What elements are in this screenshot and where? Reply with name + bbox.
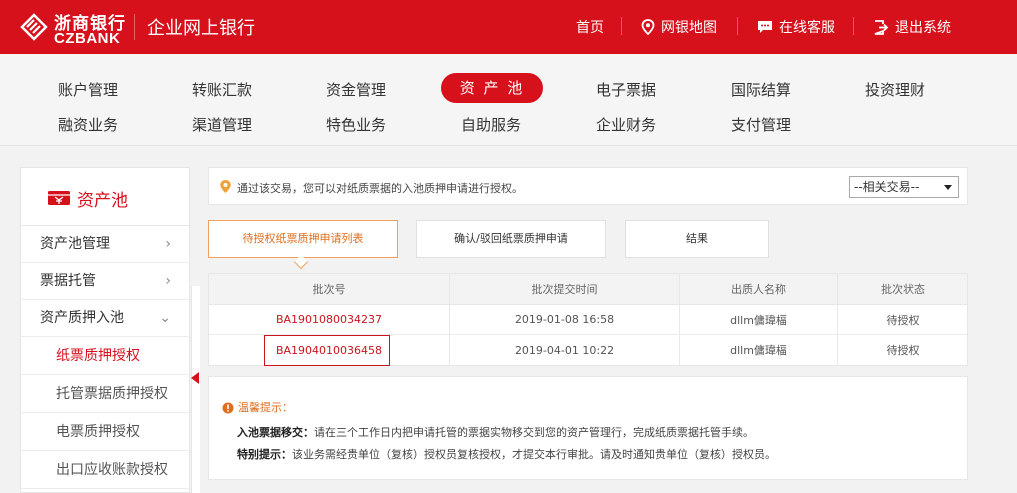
tips-line-label: 入池票据移交： (237, 426, 314, 439)
top-header: 浙商银行 CZBANK 企业网上银行 首页 网银地图 在线客服 退出系统 (0, 0, 1017, 54)
nav-account-management[interactable]: 账户管理 (28, 79, 148, 100)
tips-line-special: 特别提示：该业务需经贵单位（复核）授权员复核授权，才提交本行审批。请及时通知贵单… (237, 446, 776, 462)
related-select-value: --相关交易-- (854, 180, 920, 194)
column-header-pledgor: 出质人名称 (680, 274, 838, 304)
dropdown-caret-icon (944, 185, 952, 190)
nav-payment-management[interactable]: 支付管理 (701, 114, 821, 135)
sidebar-subitem-paper-bill-pledge[interactable]: 纸票质押授权 (21, 337, 191, 375)
tab-pending-list[interactable]: 待授权纸票质押申请列表 (208, 220, 398, 258)
nav-channel-management[interactable]: 渠道管理 (162, 114, 282, 135)
batch-no-cell: BA1901080034237 (209, 305, 450, 334)
nav-transfer[interactable]: 转账汇款 (162, 79, 282, 100)
column-header-batch-no: 批次号 (209, 274, 450, 304)
submit-time-cell: 2019-04-01 10:22 (450, 335, 680, 365)
home-link-label: 首页 (576, 20, 604, 36)
tab-confirm-reject[interactable]: 确认/驳回纸票质押申请 (416, 220, 606, 258)
sidebar: 资产池 资产池管理 › 票据托管 › 资产质押入池 ⌄ 纸票质押授权 托管票据质… (20, 167, 191, 493)
app-title: 企业网上银行 (147, 18, 255, 39)
batch-no-cell: BA1904010036458 (209, 335, 450, 365)
tips-line-text: 请在三个工作日内把申请托管的票据实物移交到您的资产管理行，完成纸质票据托管手续。 (314, 426, 754, 439)
nav-asset-pool[interactable]: 资 产 池 (441, 73, 543, 103)
pledgor-cell: dllm傭瑋楅 (680, 335, 838, 365)
nav-special-business[interactable]: 特色业务 (296, 114, 416, 135)
status-cell: 待授权 (886, 344, 920, 357)
tips-line-label: 特别提示： (237, 448, 292, 461)
chat-icon (758, 20, 772, 33)
tips-line-text: 该业务需经贵单位（复核）授权员复核授权，才提交本行审批。请及时通知贵单位（复核）… (292, 448, 776, 461)
submit-time-cell: 2019-01-08 16:58 (450, 305, 680, 334)
nav-electronic-bills[interactable]: 电子票据 (566, 79, 686, 100)
nav-investment[interactable]: 投资理财 (835, 79, 955, 100)
chevron-down-icon: ⌄ (159, 310, 171, 326)
nav-self-service[interactable]: 自助服务 (431, 114, 551, 135)
sidebar-item-label: 资产池管理 (40, 236, 110, 252)
pledgor-cell: dllm傭瑋楅 (680, 305, 838, 334)
logo-icon (20, 13, 48, 41)
batch-no-link[interactable]: BA1901080034237 (276, 313, 382, 326)
sidebar-item-asset-pool-management[interactable]: 资产池管理 › (21, 226, 191, 263)
logout-link[interactable]: 退出系统 (874, 17, 951, 37)
sidebar-item-label: 资产质押入池 (40, 310, 124, 326)
sidebar-header: 资产池 (21, 168, 191, 226)
logout-label: 退出系统 (895, 20, 951, 36)
chevron-right-icon: › (165, 273, 171, 289)
logo-text-en: CZBANK (54, 30, 121, 47)
online-service-label: 在线客服 (779, 20, 835, 36)
header-separator (737, 17, 738, 35)
chevron-right-icon: › (165, 236, 171, 252)
sidebar-item-bill-custody[interactable]: 票据托管 › (21, 263, 191, 300)
tips-title: 温馨提示： (238, 401, 293, 414)
status-cell: 待授权 (886, 313, 920, 327)
table-row[interactable]: BA1901080034237 2019-01-08 16:58 dllm傭瑋楅… (209, 305, 967, 335)
nav-fund-management[interactable]: 资金管理 (296, 79, 416, 100)
map-link-label: 网银地图 (661, 20, 717, 36)
notice-text: 通过该交易，您可以对纸质票据的入池质押申请进行授权。 (237, 182, 523, 195)
home-link[interactable]: 首页 (576, 17, 604, 37)
batch-table: 批次号 批次提交时间 出质人名称 批次状态 BA1901080034237 20… (208, 273, 968, 366)
header-separator (853, 17, 854, 35)
nav-corporate-finance[interactable]: 企业财务 (566, 114, 686, 135)
sidebar-scrollbar[interactable] (191, 286, 200, 493)
online-service-link[interactable]: 在线客服 (757, 17, 835, 37)
column-header-status: 批次状态 (881, 283, 925, 296)
table-header-row: 批次号 批次提交时间 出质人名称 批次状态 (209, 274, 967, 305)
map-pin-icon (641, 19, 655, 35)
notice-bar: 通过该交易，您可以对纸质票据的入池质押申请进行授权。 --相关交易-- (208, 167, 968, 205)
sidebar-item-asset-pledge-pool[interactable]: 资产质押入池 ⌄ (21, 300, 191, 337)
active-pointer-icon (191, 372, 199, 384)
asset-pool-icon (48, 191, 70, 205)
column-header-submit-time: 批次提交时间 (450, 274, 680, 304)
tips-panel: 温馨提示： 入池票据移交：请在三个工作日内把申请托管的票据实物移交到您的资产管理… (208, 376, 968, 480)
sidebar-title: 资产池 (77, 191, 128, 211)
header-divider (134, 14, 135, 40)
warning-icon (222, 402, 234, 414)
sidebar-subitem-e-bill-pledge[interactable]: 电票质押授权 (21, 413, 191, 451)
bank-logo[interactable]: 浙商银行 CZBANK (18, 8, 128, 47)
tab-result[interactable]: 结果 (625, 220, 769, 258)
tips-line-transfer: 入池票据移交：请在三个工作日内把申请托管的票据实物移交到您的资产管理行，完成纸质… (237, 424, 754, 440)
logout-icon (874, 19, 889, 35)
info-icon (220, 180, 231, 193)
nav-financing[interactable]: 融资业务 (28, 114, 148, 135)
related-transactions-select[interactable]: --相关交易-- (849, 176, 959, 198)
main-nav: 账户管理 转账汇款 资金管理 资 产 池 电子票据 国际结算 投资理财 融资业务… (0, 54, 1017, 146)
map-link[interactable]: 网银地图 (641, 17, 717, 37)
batch-no-link[interactable]: BA1904010036458 (276, 344, 382, 357)
sidebar-subitem-export-receivables[interactable]: 出口应收账款授权 (21, 451, 191, 489)
sidebar-item-label: 票据托管 (40, 273, 96, 289)
header-separator (621, 17, 622, 35)
nav-international-settlement[interactable]: 国际结算 (701, 79, 821, 100)
sidebar-subitem-custody-bill-pledge[interactable]: 托管票据质押授权 (21, 375, 191, 413)
table-row[interactable]: BA1904010036458 2019-04-01 10:22 dllm傭瑋楅… (209, 335, 967, 365)
